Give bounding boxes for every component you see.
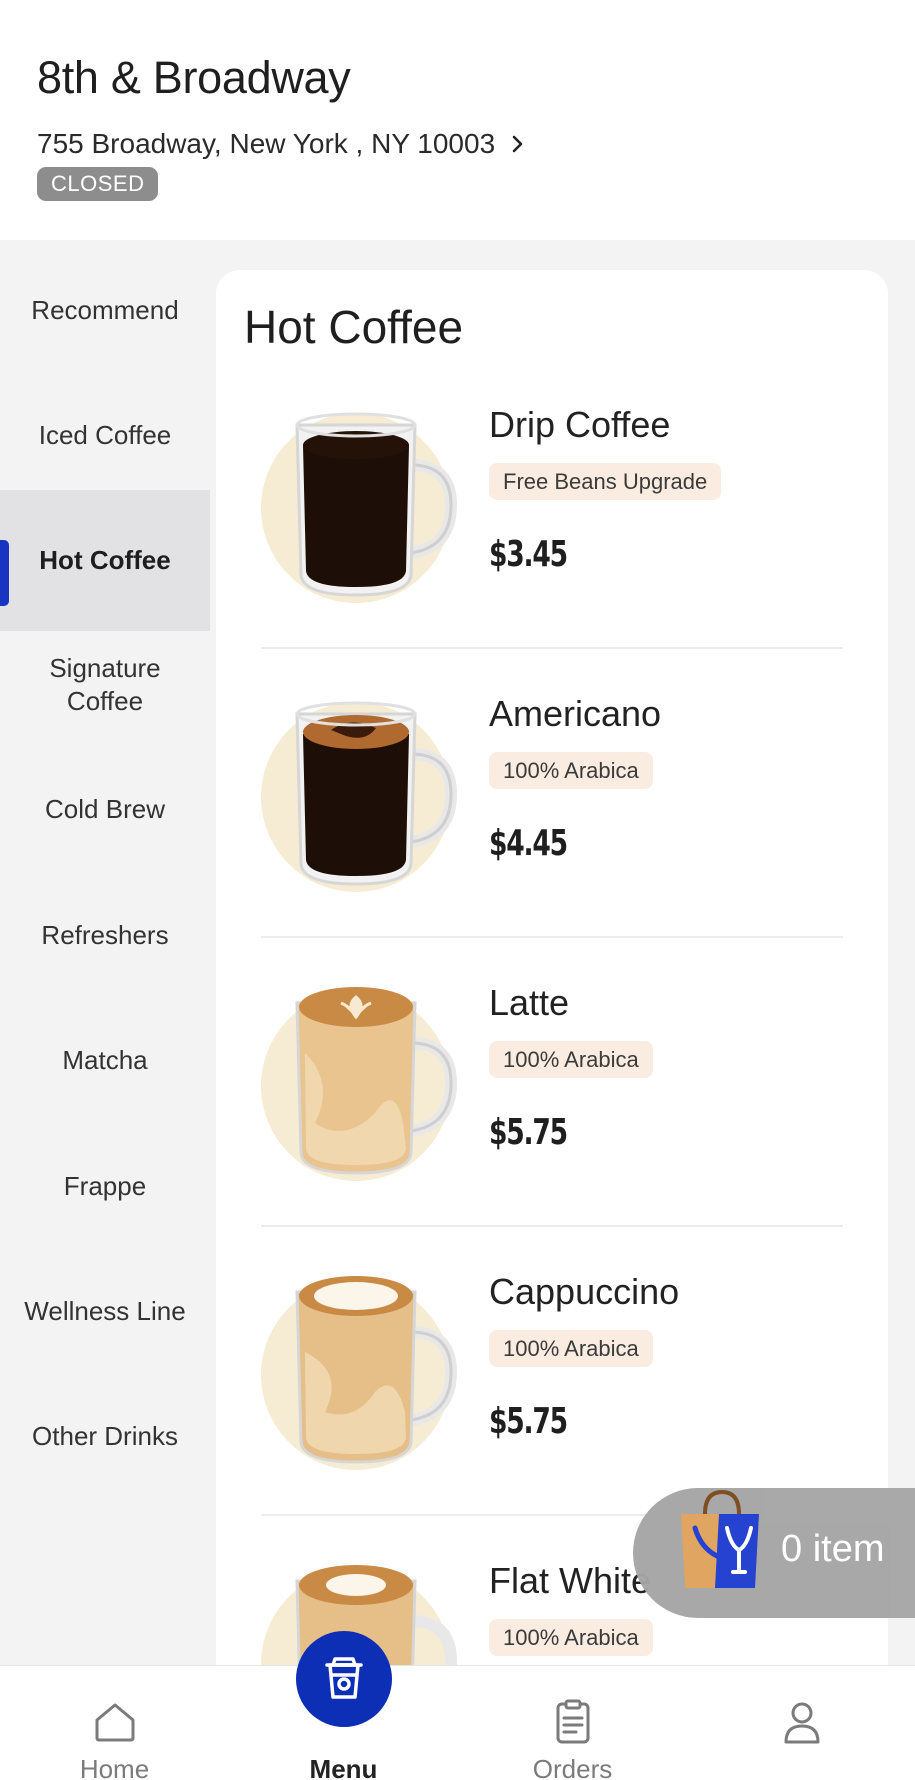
product-card[interactable]: Latte 100% Arabica $5.75 [216,938,888,1227]
tab-label: Home [79,1754,150,1780]
tab-profile[interactable] [687,1666,915,1780]
product-name: Americano [489,693,662,734]
tab-orders[interactable]: Orders [458,1666,687,1780]
tab-label: Orders [532,1754,613,1780]
status-badge: CLOSED [37,167,159,201]
sidebar-item-label: Frappe [63,1171,147,1201]
product-name: Latte [489,982,570,1023]
product-tag: 100% Arabica [489,1619,653,1656]
sidebar-item-wellness-line[interactable]: Wellness Line [0,1241,210,1382]
cart-count: 0 item [781,1528,885,1570]
profile-icon [784,1702,819,1744]
product-tag: Free Beans Upgrade [489,463,722,500]
product-tag: 100% Arabica [489,1041,653,1078]
sidebar-item-refreshers[interactable]: Refreshers [0,865,210,1006]
product-list-panel[interactable]: Hot Coffee Drip Coffee Free Beans Upgrad… [216,270,888,1670]
sidebar-item-cold-brew[interactable]: Cold Brew [0,739,210,880]
tab-home[interactable]: Home [0,1666,229,1780]
sidebar-item-recommend[interactable]: Recommend [0,240,210,381]
product-tag: 100% Arabica [489,752,653,789]
sidebar-item-label: Recommend [31,295,179,325]
sidebar-item-label: Refreshers [41,920,169,950]
orders-icon [556,1699,589,1744]
sidebar-item-hot-coffee[interactable]: Hot Coffee [0,490,210,631]
drip-coffee-image [261,412,458,603]
product-price: $5.75 [489,1401,568,1442]
menu-fab[interactable] [295,1631,392,1727]
product-name: Cappuccino [489,1271,680,1312]
tab-label: Menu [309,1754,378,1780]
sidebar-item-other-drinks[interactable]: Other Drinks [0,1366,210,1507]
sidebar-item-label: Matcha [62,1045,148,1075]
category-sidebar[interactable]: Recommend Iced Coffee Hot Coffee Signatu… [0,240,210,1665]
americano-image [261,701,458,892]
active-indicator [0,540,9,606]
sidebar-item-signature-coffee[interactable]: Signature Coffee [0,614,210,755]
product-tag: 100% Arabica [489,1330,653,1367]
store-name: 8th & Broadway [37,52,351,103]
home-icon [95,1703,134,1742]
store-address: 755 Broadway, New York , NY 10003 [37,128,496,159]
sidebar-item-label: Hot Coffee [39,545,171,575]
sidebar-item-iced-coffee[interactable]: Iced Coffee [0,365,210,506]
chevron-right-icon [512,135,523,153]
product-card[interactable]: Cappuccino 100% Arabica $5.75 [216,1227,888,1516]
product-price: $5.75 [489,1112,568,1153]
store-header: 8th & Broadway 755 Broadway, New York , … [0,0,915,240]
shopping-bag-icon [681,1489,759,1588]
cup-icon [324,1657,363,1699]
sidebar-item-label: Wellness Line [24,1296,186,1326]
product-price: $4.45 [489,823,568,864]
product-card[interactable]: Drip Coffee Free Beans Upgrade $3.45 [216,360,888,649]
store-address-link[interactable]: 755 Broadway, New York , NY 10003 [37,128,527,160]
bottom-navigation: Home Menu Orders [0,1631,915,1780]
sidebar-item-label: Other Drinks [32,1421,178,1451]
sidebar-item-label: Signature Coffee [49,652,161,716]
sidebar-item-matcha[interactable]: Matcha [0,990,210,1131]
section-title: Hot Coffee [244,301,464,353]
sidebar-item-label: Iced Coffee [38,420,172,450]
product-card[interactable]: Americano 100% Arabica $4.45 [216,649,888,938]
tab-menu[interactable]: Menu [229,1631,458,1780]
cappuccino-image [261,1276,458,1470]
product-name: Drip Coffee [489,404,671,445]
sidebar-item-frappe[interactable]: Frappe [0,1116,210,1257]
menu-body: Recommend Iced Coffee Hot Coffee Signatu… [0,240,915,1670]
cart-button[interactable]: 0 item [633,1488,915,1618]
sidebar-item-label: Cold Brew [45,794,165,824]
product-price: $3.45 [489,534,568,575]
product-name: Flat White [489,1560,652,1601]
latte-image [261,987,458,1181]
